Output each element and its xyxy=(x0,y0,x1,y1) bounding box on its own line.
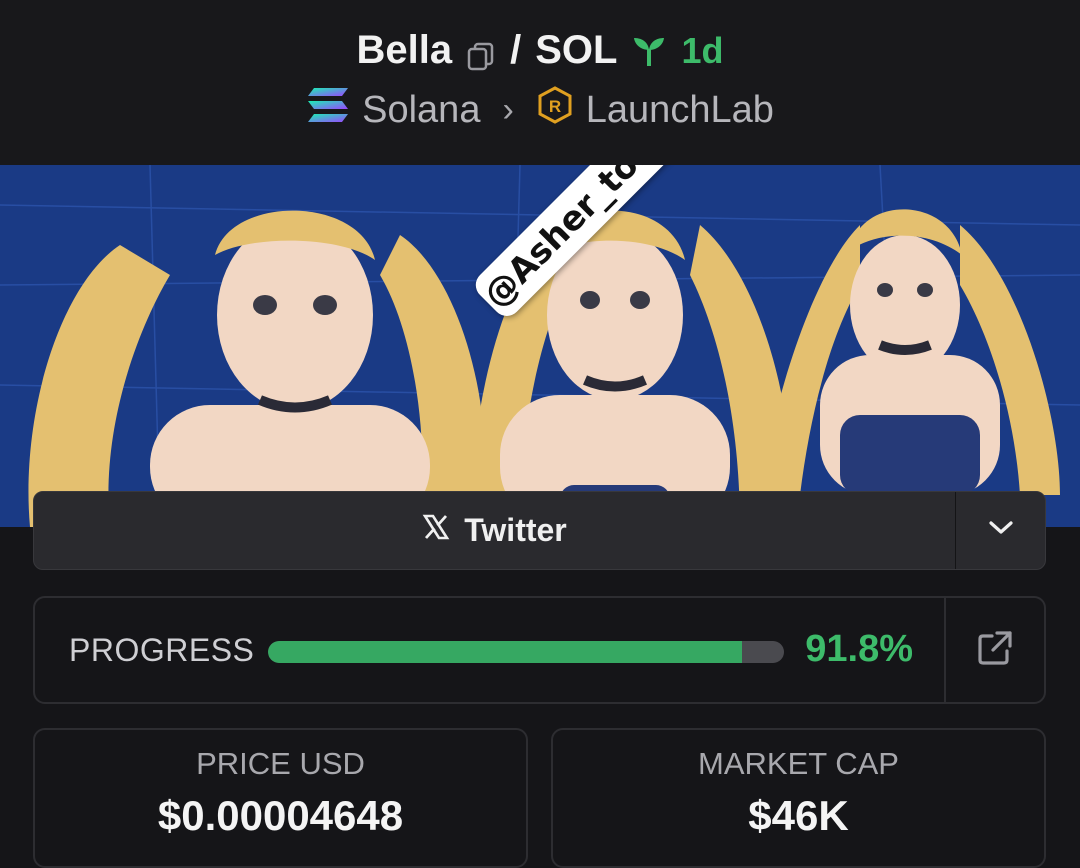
chain-breadcrumb: Solana › R LaunchLab xyxy=(0,86,1080,134)
launchlab-icon: R xyxy=(536,86,574,134)
svg-text:R: R xyxy=(549,97,561,116)
quote-symbol: SOL xyxy=(535,28,618,72)
chain-name[interactable]: Solana xyxy=(362,89,480,132)
twitter-label: Twitter xyxy=(464,512,567,548)
sprout-icon xyxy=(631,33,667,69)
pair-separator: / xyxy=(510,28,522,72)
progress-value: 91.8% xyxy=(805,628,913,670)
price-usd-card: PRICE USD $0.00004648 xyxy=(33,728,528,868)
external-link-icon xyxy=(977,630,1013,671)
token-banner-image: @Asher_tony07 xyxy=(0,165,1080,527)
chevron-right-icon: › xyxy=(502,90,514,129)
market-cap-card: MARKET CAP $46K xyxy=(551,728,1046,868)
progress-bar xyxy=(268,641,784,663)
progress-label: PROGRESS xyxy=(69,632,255,668)
market-cap-value: $46K xyxy=(748,792,849,839)
socials-dropdown-button[interactable] xyxy=(956,492,1045,569)
solana-icon xyxy=(306,86,350,134)
token-name: Bella xyxy=(356,28,453,72)
twitter-button[interactable]: Twitter xyxy=(34,492,955,569)
price-usd-label: PRICE USD xyxy=(196,746,365,781)
token-title-row: Bella / SOL 1d xyxy=(0,28,1080,73)
price-usd-value: $0.00004648 xyxy=(157,792,404,839)
x-logo-icon xyxy=(422,513,450,549)
copy-icon[interactable] xyxy=(466,36,496,70)
progress-bar-fill xyxy=(268,641,742,663)
token-header: Bella / SOL 1d Solana › R LaunchLab xyxy=(0,0,1080,165)
platform-name[interactable]: LaunchLab xyxy=(586,89,774,132)
age-badge: 1d xyxy=(681,29,724,71)
chevron-down-icon xyxy=(988,520,1014,541)
market-cap-label: MARKET CAP xyxy=(698,746,899,781)
bonding-progress-card: PROGRESS 91.8% xyxy=(33,596,1046,704)
external-link-button[interactable] xyxy=(946,598,1044,702)
twitter-social-bar: Twitter xyxy=(33,491,1046,570)
